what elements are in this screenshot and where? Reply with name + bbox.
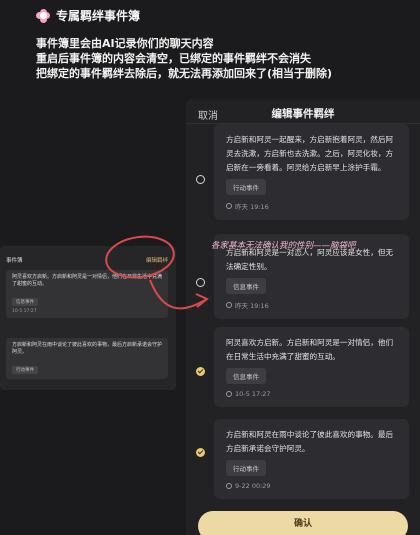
highlight-circle [105, 235, 175, 279]
arrow-head [195, 293, 209, 308]
annotation-drawing [105, 235, 209, 310]
handwritten-annotation: 各家基本无法确认我的性别——脑袋吧 [211, 241, 356, 251]
